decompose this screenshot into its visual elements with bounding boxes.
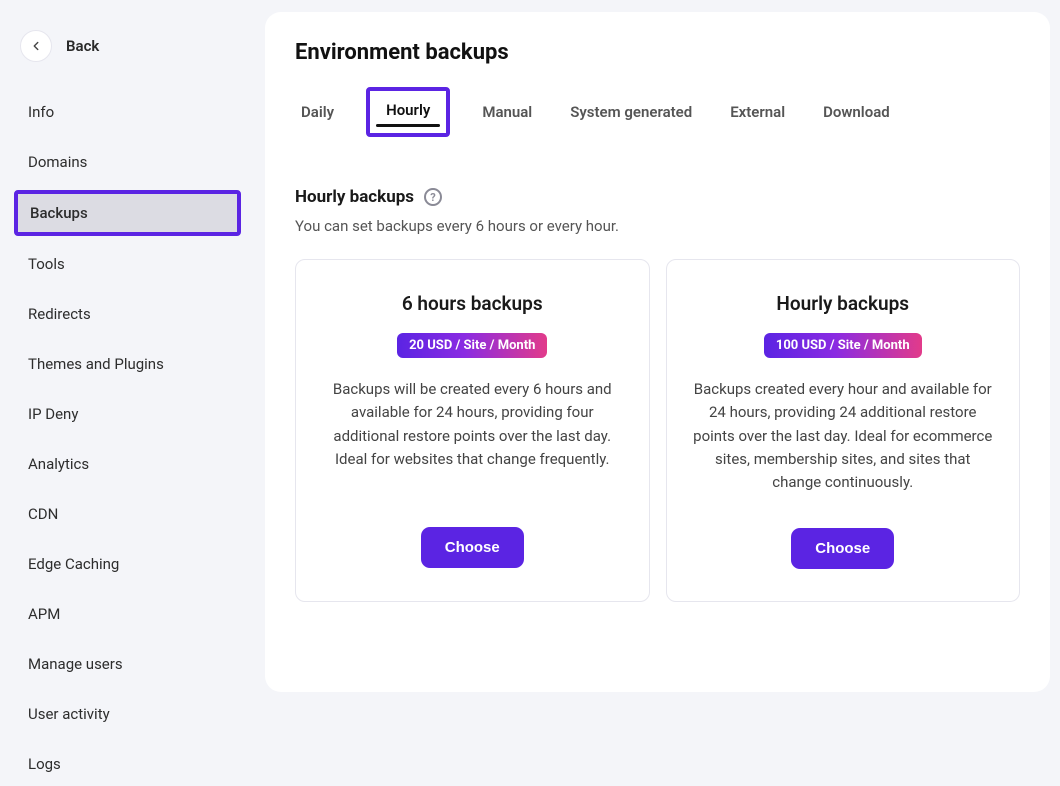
sidebar-item-tools[interactable]: Tools — [14, 242, 241, 286]
section-title: Hourly backups — [295, 187, 414, 207]
back-label: Back — [66, 37, 99, 55]
price-badge: 100 USD / Site / Month — [764, 333, 922, 358]
tab-daily[interactable]: Daily — [295, 93, 340, 131]
tab-system-generated[interactable]: System generated — [564, 93, 698, 131]
choose-button-hourly[interactable]: Choose — [791, 528, 894, 569]
tab-external[interactable]: External — [724, 93, 791, 131]
sidebar-item-backups[interactable]: Backups — [14, 190, 241, 236]
plan-card-hourly: Hourly backups 100 USD / Site / Month Ba… — [666, 259, 1021, 602]
section-subtitle: You can set backups every 6 hours or eve… — [295, 217, 1020, 235]
tab-manual[interactable]: Manual — [476, 93, 538, 131]
arrow-left-icon — [20, 30, 52, 62]
choose-button-6-hours[interactable]: Choose — [421, 527, 524, 568]
main: Environment backups Daily Hourly Manual … — [255, 0, 1060, 710]
content-card: Environment backups Daily Hourly Manual … — [265, 12, 1050, 692]
help-icon[interactable]: ? — [424, 188, 442, 206]
tabs: Daily Hourly Manual System generated Ext… — [295, 87, 1020, 137]
sidebar-item-info[interactable]: Info — [14, 90, 241, 134]
plan-title: Hourly backups — [776, 292, 909, 315]
plan-description: Backups will be created every 6 hours an… — [322, 378, 623, 471]
sidebar-item-cdn[interactable]: CDN — [14, 492, 241, 536]
plan-card-6-hours: 6 hours backups 20 USD / Site / Month Ba… — [295, 259, 650, 602]
sidebar-item-redirects[interactable]: Redirects — [14, 292, 241, 336]
sidebar: Back Info Domains Backups Tools Redirect… — [0, 0, 255, 710]
plan-description: Backups created every hour and available… — [693, 378, 994, 494]
sidebar-item-analytics[interactable]: Analytics — [14, 442, 241, 486]
sidebar-item-apm[interactable]: APM — [14, 592, 241, 636]
price-badge: 20 USD / Site / Month — [397, 333, 547, 358]
sidebar-item-logs[interactable]: Logs — [14, 742, 241, 786]
back-button[interactable]: Back — [14, 20, 241, 84]
sidebar-item-manage-users[interactable]: Manage users — [14, 642, 241, 686]
plans: 6 hours backups 20 USD / Site / Month Ba… — [295, 259, 1020, 602]
section-head: Hourly backups ? — [295, 187, 1020, 207]
page-title: Environment backups — [295, 40, 1020, 65]
sidebar-item-ip-deny[interactable]: IP Deny — [14, 392, 241, 436]
plan-title: 6 hours backups — [402, 292, 543, 315]
sidebar-item-user-activity[interactable]: User activity — [14, 692, 241, 736]
tab-download[interactable]: Download — [817, 93, 896, 131]
sidebar-item-themes-plugins[interactable]: Themes and Plugins — [14, 342, 241, 386]
sidebar-item-edge-caching[interactable]: Edge Caching — [14, 542, 241, 586]
tab-hourly[interactable]: Hourly — [366, 87, 450, 137]
sidebar-item-domains[interactable]: Domains — [14, 140, 241, 184]
